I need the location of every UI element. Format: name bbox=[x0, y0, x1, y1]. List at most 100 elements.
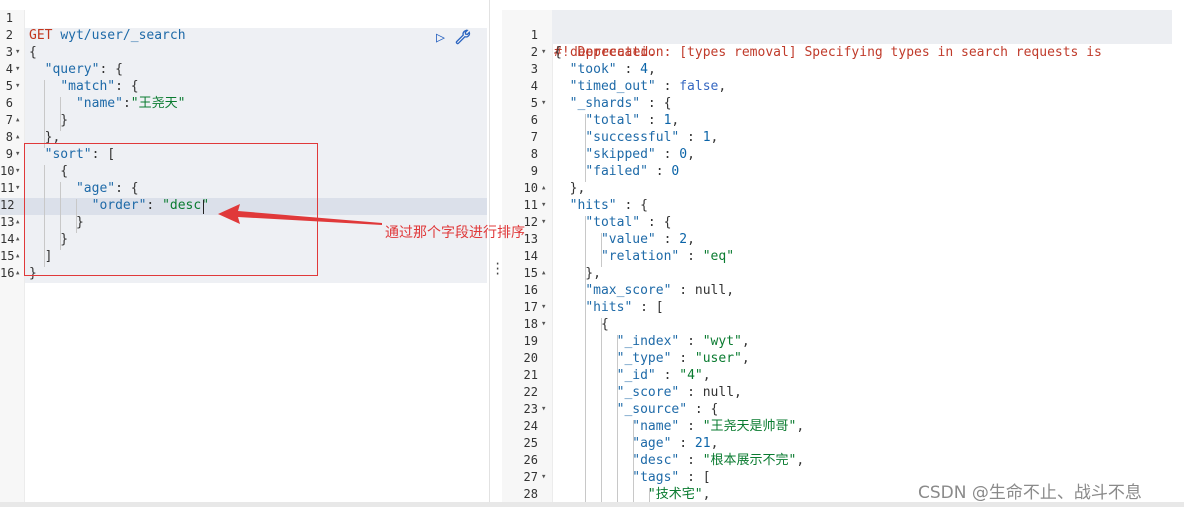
res-line: 21 "_id" : "4", bbox=[502, 367, 1184, 384]
code-text: { bbox=[29, 45, 37, 60]
code-text: "_score" : null, bbox=[616, 385, 742, 400]
annotation-text: 通过那个字段进行排序 bbox=[385, 225, 525, 241]
code-text: "_source" : { bbox=[616, 402, 719, 417]
line-number: 9 bbox=[5, 147, 13, 161]
line-number: 14 bbox=[0, 232, 15, 246]
fold-close-icon[interactable]: ▴ bbox=[541, 180, 546, 197]
fold-close-icon[interactable]: ▴ bbox=[541, 265, 546, 282]
code-text: "技术宅", bbox=[647, 487, 711, 502]
line-number: 8 bbox=[530, 147, 538, 161]
fold-open-icon[interactable]: ▾ bbox=[15, 78, 20, 95]
fold-close-icon[interactable]: ▴ bbox=[15, 265, 20, 282]
res-line: 22 "_score" : null, bbox=[502, 384, 1184, 401]
req-line: 3 ▾ { bbox=[0, 44, 489, 61]
line-number: 6 bbox=[530, 113, 538, 127]
fold-close-icon[interactable]: ▴ bbox=[15, 214, 20, 231]
req-line: 7 ▴ } bbox=[0, 112, 489, 129]
code-text: "_shards" : { bbox=[569, 96, 672, 111]
fold-open-icon[interactable]: ▾ bbox=[541, 95, 546, 112]
code-text: "_id" : "4", bbox=[616, 368, 711, 383]
fold-close-icon[interactable]: ▴ bbox=[15, 248, 20, 265]
line-number: 3 bbox=[5, 45, 13, 59]
code-text: "age" : 21, bbox=[632, 436, 719, 451]
line-number: 13 bbox=[0, 215, 15, 229]
line-number: 6 bbox=[5, 96, 13, 110]
line-number: 16 bbox=[523, 283, 538, 297]
res-line: 26 "desc" : "根本展示不完", bbox=[502, 452, 1184, 469]
res-line: 9 "failed" : 0 bbox=[502, 163, 1184, 180]
res-line: 13 "value" : 2, bbox=[502, 231, 1184, 248]
line-number: 24 bbox=[523, 419, 538, 433]
line-number: 10 bbox=[523, 181, 538, 195]
code-text: "name" : "王尧天是帅哥", bbox=[632, 419, 805, 434]
code-text: "query": { bbox=[44, 62, 123, 77]
res-line: 14 "relation" : "eq" bbox=[502, 248, 1184, 265]
line-number: 10 bbox=[0, 164, 15, 178]
code-text: } bbox=[29, 113, 69, 128]
res-line: 12 ▾ "total" : { bbox=[502, 214, 1184, 231]
code-text: "total" : { bbox=[585, 215, 672, 230]
req-line: 2 GET wyt/user/_search bbox=[0, 27, 489, 44]
line-number: 5 bbox=[530, 96, 538, 110]
fold-open-icon[interactable]: ▾ bbox=[15, 44, 20, 61]
res-line: 5 ▾ "_shards" : { bbox=[502, 95, 1184, 112]
res-line: 24 "name" : "王尧天是帅哥", bbox=[502, 418, 1184, 435]
horizontal-scrollbar[interactable] bbox=[0, 502, 1184, 507]
code-text: "max_score" : null, bbox=[585, 283, 735, 298]
code-text: "tags" : [ bbox=[632, 470, 711, 485]
line-number: 7 bbox=[5, 113, 13, 127]
req-line: 4 ▾ "query": { bbox=[0, 61, 489, 78]
fold-close-icon[interactable]: ▴ bbox=[15, 231, 20, 248]
wrench-icon[interactable] bbox=[455, 28, 471, 46]
res-line: 20 "_type" : "user", bbox=[502, 350, 1184, 367]
code-text: "skipped" : 0, bbox=[585, 147, 695, 162]
res-line: 2 ▾ { bbox=[502, 44, 1184, 61]
line-number: 28 bbox=[523, 487, 538, 501]
res-line: 6 "total" : 1, bbox=[502, 112, 1184, 129]
line-number: 22 bbox=[523, 385, 538, 399]
fold-close-icon[interactable]: ▴ bbox=[15, 112, 20, 129]
fold-close-icon[interactable]: ▴ bbox=[15, 129, 20, 146]
fold-open-icon[interactable]: ▾ bbox=[541, 44, 546, 61]
fold-open-icon[interactable]: ▾ bbox=[541, 214, 546, 231]
drag-handle-icon[interactable]: · · · bbox=[494, 258, 501, 280]
fold-open-icon[interactable]: ▾ bbox=[541, 316, 546, 333]
line-number: 18 bbox=[523, 317, 538, 331]
line-number: 11 bbox=[523, 198, 538, 212]
line-number: 4 bbox=[5, 62, 13, 76]
annotation-arrow bbox=[218, 204, 382, 225]
line-number: 7 bbox=[530, 130, 538, 144]
fold-open-icon[interactable]: ▾ bbox=[541, 469, 546, 486]
res-line: 17 ▾ "hits" : [ bbox=[502, 299, 1184, 316]
fold-open-icon[interactable]: ▾ bbox=[15, 146, 20, 163]
res-line: 11 ▾ "hits" : { bbox=[502, 197, 1184, 214]
line-number: 19 bbox=[523, 334, 538, 348]
line-number: 26 bbox=[523, 453, 538, 467]
code-text: { bbox=[554, 317, 609, 332]
code-text: "value" : 2, bbox=[600, 232, 695, 247]
fold-open-icon[interactable]: ▾ bbox=[15, 180, 20, 197]
res-line: 16 "max_score" : null, bbox=[502, 282, 1184, 299]
code-text: }, bbox=[554, 266, 601, 281]
code-text: "timed_out" : false, bbox=[569, 79, 727, 94]
fold-open-icon[interactable]: ▾ bbox=[15, 61, 20, 78]
play-icon[interactable]: ▷ bbox=[436, 28, 445, 46]
res-line: 7 "successful" : 1, bbox=[502, 129, 1184, 146]
res-line: 3 "took" : 4, bbox=[502, 61, 1184, 78]
code-text: "hits" : { bbox=[569, 198, 648, 213]
code-text: "failed" : 0 bbox=[585, 164, 680, 179]
res-line: 19 "_index" : "wyt", bbox=[502, 333, 1184, 350]
code-text: "total" : 1, bbox=[585, 113, 680, 128]
fold-open-icon[interactable]: ▾ bbox=[541, 197, 546, 214]
response-viewer[interactable]: 1 #! Deprecation: [types removal] Specif… bbox=[502, 0, 1184, 507]
line-number: 4 bbox=[530, 79, 538, 93]
code-text: "desc" : "根本展示不完", bbox=[632, 453, 805, 468]
fold-open-icon[interactable]: ▾ bbox=[541, 401, 546, 418]
code-text: "_index" : "wyt", bbox=[616, 334, 750, 349]
res-line: 10 ▴ }, bbox=[502, 180, 1184, 197]
fold-open-icon[interactable]: ▾ bbox=[541, 299, 546, 316]
fold-open-icon[interactable]: ▾ bbox=[15, 163, 20, 180]
line-number: 2 bbox=[530, 45, 538, 59]
watermark: CSDN @生命不止、战斗不息 bbox=[918, 483, 1142, 503]
code-text: "name":"王尧天" bbox=[75, 96, 186, 111]
